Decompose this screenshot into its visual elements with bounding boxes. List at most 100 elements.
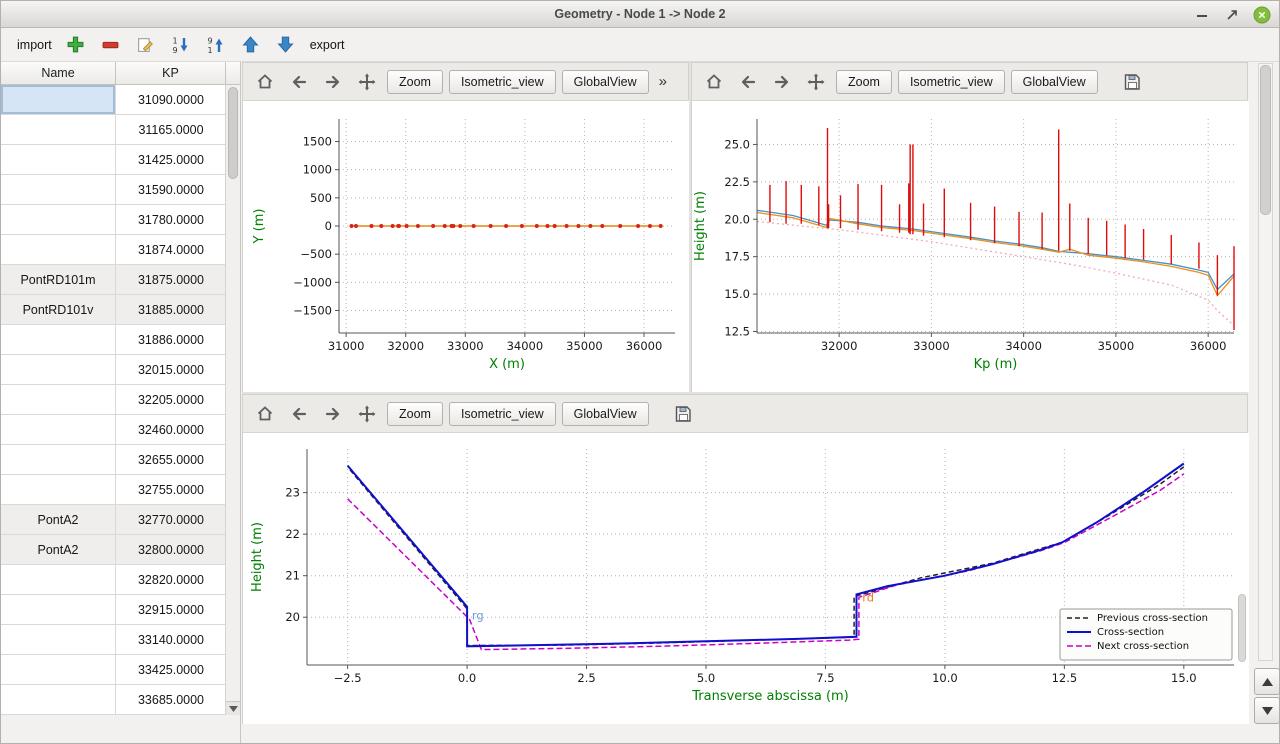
row-kp-cell[interactable]: 33140.0000 [116, 625, 226, 654]
table-row[interactable]: 31425.0000 [1, 145, 226, 175]
table-row[interactable]: PontA232800.0000 [1, 535, 226, 565]
row-name-cell[interactable] [1, 355, 116, 384]
back-button[interactable] [734, 69, 762, 95]
row-kp-cell[interactable]: 31590.0000 [116, 175, 226, 204]
table-row[interactable]: 33685.0000 [1, 685, 226, 715]
row-kp-cell[interactable]: 32770.0000 [116, 505, 226, 534]
row-kp-cell[interactable]: 32800.0000 [116, 535, 226, 564]
table-header-kp[interactable]: KP [116, 62, 226, 84]
row-name-cell[interactable] [1, 685, 116, 714]
isometric-view-button[interactable]: Isometric_view [898, 70, 1005, 94]
row-name-cell[interactable] [1, 415, 116, 444]
table-scrollbar[interactable] [225, 85, 240, 715]
row-name-cell[interactable] [1, 235, 116, 264]
row-name-cell[interactable] [1, 85, 116, 114]
profile-view-chart[interactable]: 320003300034000350003600025.022.520.017.… [692, 101, 1249, 392]
home-button[interactable] [251, 401, 279, 427]
main-vertical-scrollbar[interactable] [1258, 63, 1273, 661]
restore-button[interactable] [1221, 4, 1243, 26]
row-kp-cell[interactable]: 32820.0000 [116, 565, 226, 594]
row-name-cell[interactable] [1, 385, 116, 414]
globalview-button[interactable]: GlobalView [1011, 70, 1098, 94]
row-kp-cell[interactable]: 31886.0000 [116, 325, 226, 354]
move-up-button[interactable] [240, 34, 262, 56]
row-kp-cell[interactable]: 32015.0000 [116, 355, 226, 384]
row-name-cell[interactable]: PontRD101m [1, 265, 116, 294]
table-row[interactable]: 31886.0000 [1, 325, 226, 355]
row-name-cell[interactable] [1, 325, 116, 354]
globalview-button[interactable]: GlobalView [562, 70, 649, 94]
row-kp-cell[interactable]: 33685.0000 [116, 685, 226, 714]
table-row[interactable]: 33140.0000 [1, 625, 226, 655]
scroll-up-button[interactable] [1254, 668, 1280, 695]
minimize-button[interactable] [1191, 4, 1213, 26]
row-kp-cell[interactable]: 32460.0000 [116, 415, 226, 444]
row-name-cell[interactable] [1, 595, 116, 624]
row-kp-cell[interactable]: 32205.0000 [116, 385, 226, 414]
row-kp-cell[interactable]: 31885.0000 [116, 295, 226, 324]
row-name-cell[interactable]: PontA2 [1, 505, 116, 534]
table-row[interactable]: 32820.0000 [1, 565, 226, 595]
row-kp-cell[interactable]: 32755.0000 [116, 475, 226, 504]
main-scrollbar-thumb[interactable] [1260, 65, 1271, 215]
table-row[interactable]: 32205.0000 [1, 385, 226, 415]
row-name-cell[interactable] [1, 145, 116, 174]
move-down-button[interactable] [275, 34, 297, 56]
table-row[interactable]: 32915.0000 [1, 595, 226, 625]
table-row[interactable]: 31165.0000 [1, 115, 226, 145]
toolbar-overflow-button[interactable]: » [659, 73, 667, 90]
save-figure-button[interactable] [669, 401, 697, 427]
table-row[interactable]: 31590.0000 [1, 175, 226, 205]
row-kp-cell[interactable]: 31780.0000 [116, 205, 226, 234]
table-row[interactable]: 32655.0000 [1, 445, 226, 475]
table-row[interactable]: PontRD101v31885.0000 [1, 295, 226, 325]
scroll-down-button[interactable] [1254, 697, 1280, 724]
forward-button[interactable] [319, 69, 347, 95]
row-kp-cell[interactable]: 31875.0000 [116, 265, 226, 294]
row-kp-cell[interactable]: 31425.0000 [116, 145, 226, 174]
row-name-cell[interactable] [1, 625, 116, 654]
close-button[interactable] [1251, 4, 1273, 26]
zoom-button[interactable]: Zoom [387, 70, 443, 94]
row-name-cell[interactable] [1, 655, 116, 684]
table-row[interactable]: 32460.0000 [1, 415, 226, 445]
add-section-button[interactable] [65, 34, 87, 56]
pan-button[interactable] [353, 401, 381, 427]
table-row[interactable]: 32015.0000 [1, 355, 226, 385]
home-button[interactable] [251, 69, 279, 95]
vertical-splitter[interactable] [689, 62, 691, 392]
row-kp-cell[interactable]: 31874.0000 [116, 235, 226, 264]
row-kp-cell[interactable]: 31165.0000 [116, 115, 226, 144]
save-figure-button[interactable] [1118, 69, 1146, 95]
globalview-button[interactable]: GlobalView [562, 402, 649, 426]
table-scrollbar-thumb[interactable] [228, 87, 238, 179]
table-scroll-down-button[interactable] [226, 701, 240, 715]
row-kp-cell[interactable]: 32915.0000 [116, 595, 226, 624]
row-name-cell[interactable] [1, 115, 116, 144]
cross-section-chart[interactable]: −2.50.02.55.07.510.012.515.020212223Tran… [243, 433, 1249, 724]
isometric-view-button[interactable]: Isometric_view [449, 70, 556, 94]
sort-ascending-button[interactable]: 9 1 [205, 34, 227, 56]
home-button[interactable] [700, 69, 728, 95]
back-button[interactable] [285, 69, 313, 95]
sort-descending-button[interactable]: 1 9 [170, 34, 192, 56]
row-kp-cell[interactable]: 32655.0000 [116, 445, 226, 474]
table-row[interactable]: PontRD101m31875.0000 [1, 265, 226, 295]
table-row[interactable]: PontA232770.0000 [1, 505, 226, 535]
isometric-view-button[interactable]: Isometric_view [449, 402, 556, 426]
row-name-cell[interactable] [1, 475, 116, 504]
remove-section-button[interactable] [100, 34, 122, 56]
row-name-cell[interactable]: PontRD101v [1, 295, 116, 324]
table-row[interactable]: 31780.0000 [1, 205, 226, 235]
table-row[interactable]: 31090.0000 [1, 85, 226, 115]
forward-button[interactable] [768, 69, 796, 95]
panel-scrollbar-thumb[interactable] [1238, 594, 1246, 662]
edit-section-button[interactable] [135, 34, 157, 56]
row-name-cell[interactable] [1, 565, 116, 594]
export-button[interactable]: export [310, 38, 345, 52]
row-name-cell[interactable] [1, 175, 116, 204]
row-name-cell[interactable] [1, 445, 116, 474]
zoom-button[interactable]: Zoom [387, 402, 443, 426]
import-button[interactable]: import [17, 38, 52, 52]
row-name-cell[interactable] [1, 205, 116, 234]
